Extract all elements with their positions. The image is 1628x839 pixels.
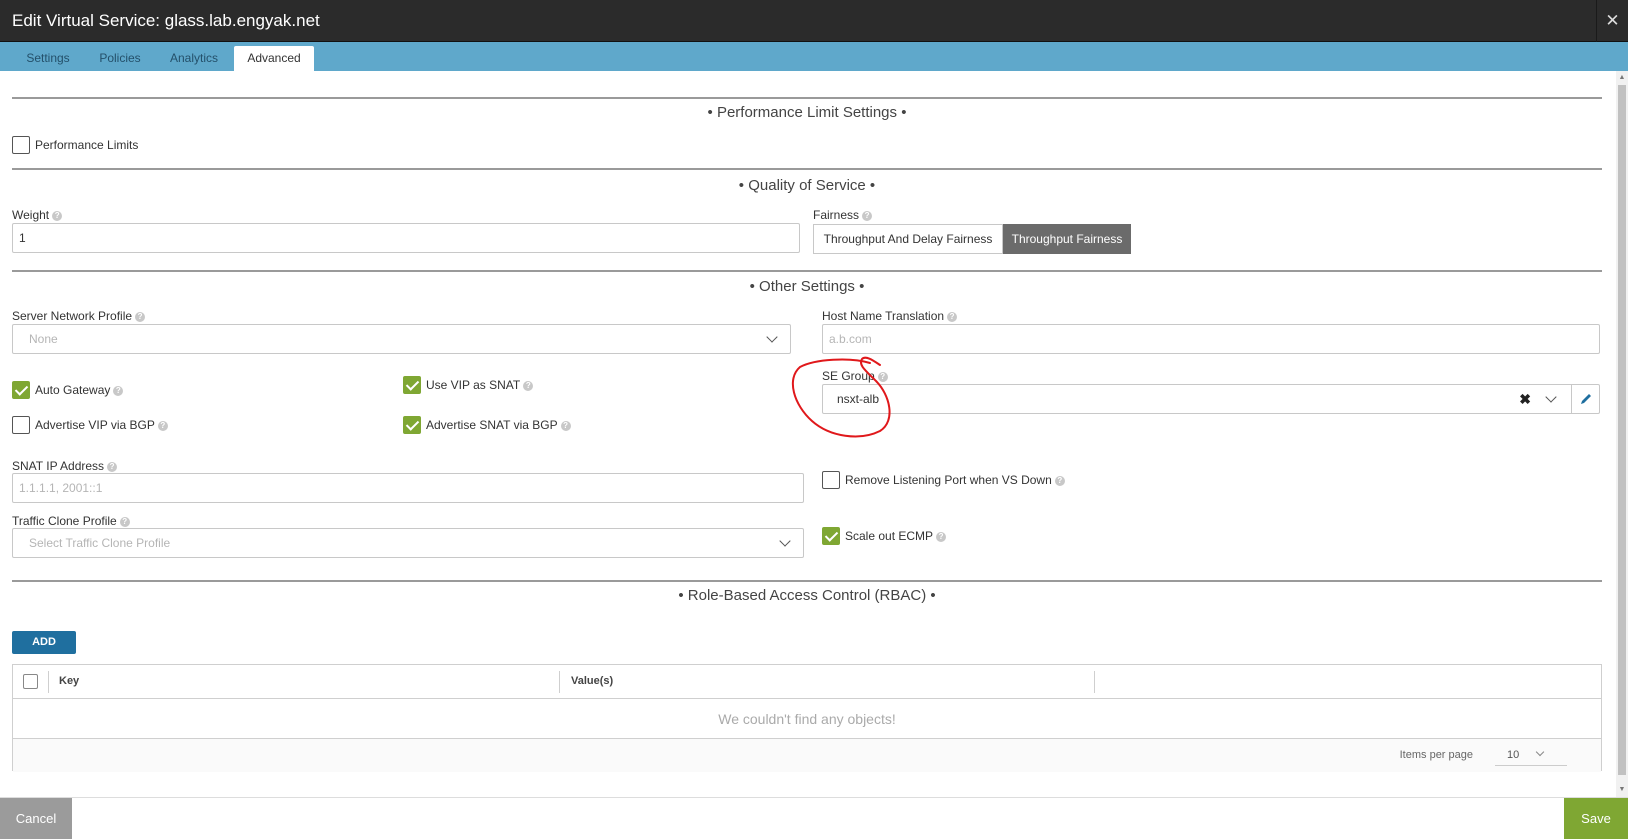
- tab-bar: Settings Policies Analytics Advanced: [0, 42, 1628, 71]
- remove-listening-port-checkbox[interactable]: [822, 471, 840, 489]
- help-icon[interactable]: ?: [107, 462, 118, 472]
- items-per-page-value: 10: [1507, 749, 1520, 761]
- fairness-option-throughput[interactable]: Throughput Fairness: [1003, 224, 1131, 254]
- use-vip-as-snat-checkbox[interactable]: [403, 376, 421, 394]
- advertise-snat-bgp-checkbox[interactable]: [403, 416, 421, 434]
- chevron-down-icon: [779, 535, 791, 547]
- snat-ip-label: SNAT IP Address?: [12, 459, 118, 473]
- edit-pencil-icon: [1581, 394, 1591, 404]
- host-name-translation-label: Host Name Translation?: [822, 309, 958, 323]
- clear-icon[interactable]: ✖: [1519, 385, 1531, 413]
- help-icon[interactable]: ?: [119, 517, 130, 527]
- performance-section-title: • Performance Limit Settings •: [707, 104, 907, 121]
- rbac-section-title: • Role-Based Access Control (RBAC) •: [678, 587, 936, 604]
- scroll-down-icon[interactable]: ▼: [1618, 786, 1626, 794]
- scale-out-ecmp-label: Scale out ECMP?: [845, 529, 947, 543]
- help-icon[interactable]: ?: [157, 421, 168, 431]
- use-vip-as-snat-label: Use VIP as SNAT?: [426, 378, 534, 392]
- section-divider: [12, 97, 1602, 99]
- performance-limits-checkbox[interactable]: [12, 136, 30, 154]
- scroll-up-icon[interactable]: ▲: [1618, 74, 1626, 82]
- help-icon[interactable]: ?: [113, 386, 124, 396]
- chevron-down-icon: [766, 331, 778, 343]
- weight-input[interactable]: 1: [12, 223, 800, 253]
- se-group-select[interactable]: nsxt-alb ✖: [822, 384, 1600, 414]
- help-icon[interactable]: ?: [862, 211, 873, 221]
- scale-out-ecmp-checkbox[interactable]: [822, 527, 840, 545]
- scroll-thumb[interactable]: [1618, 85, 1626, 775]
- help-icon[interactable]: ?: [936, 532, 947, 542]
- tab-policies[interactable]: Policies: [86, 46, 154, 71]
- advertise-vip-bgp-label: Advertise VIP via BGP?: [35, 418, 168, 432]
- help-icon[interactable]: ?: [52, 211, 63, 221]
- host-name-translation-input[interactable]: a.b.com: [822, 324, 1600, 354]
- section-divider: [12, 168, 1602, 170]
- save-button[interactable]: Save: [1564, 798, 1628, 839]
- tab-settings[interactable]: Settings: [12, 46, 84, 71]
- performance-limits-label: Performance Limits: [35, 138, 139, 152]
- cancel-button[interactable]: Cancel: [0, 798, 72, 839]
- se-group-value: nsxt-alb: [837, 392, 880, 406]
- advertise-snat-bgp-label: Advertise SNAT via BGP?: [426, 418, 571, 432]
- help-icon[interactable]: ?: [877, 372, 888, 382]
- table-header: Key Value(s): [13, 665, 1601, 699]
- items-per-page-label: Items per page: [1399, 749, 1473, 761]
- other-section-title: • Other Settings •: [749, 278, 865, 295]
- column-separator: [48, 671, 49, 693]
- section-divider: [12, 270, 1602, 272]
- weight-label: Weight?: [12, 208, 63, 222]
- traffic-clone-value: Select Traffic Clone Profile: [29, 536, 171, 550]
- items-per-page-select[interactable]: 10: [1495, 744, 1567, 766]
- traffic-clone-select[interactable]: Select Traffic Clone Profile: [12, 528, 804, 558]
- help-icon[interactable]: ?: [560, 421, 571, 431]
- edit-button[interactable]: [1571, 384, 1599, 414]
- column-separator: [559, 671, 560, 693]
- add-button[interactable]: ADD: [12, 631, 76, 654]
- help-icon[interactable]: ?: [135, 312, 146, 322]
- help-icon[interactable]: ?: [947, 312, 958, 322]
- title-bar: Edit Virtual Service: glass.lab.engyak.n…: [0, 0, 1628, 42]
- window-title: Edit Virtual Service: glass.lab.engyak.n…: [12, 11, 320, 30]
- scrollbar[interactable]: ▲ ▼: [1616, 71, 1628, 797]
- remove-listening-port-label: Remove Listening Port when VS Down?: [845, 473, 1065, 487]
- fairness-label: Fairness?: [813, 208, 873, 222]
- server-network-profile-label: Server Network Profile?: [12, 309, 146, 323]
- table-footer: Items per page 10: [13, 739, 1601, 772]
- column-separator: [1094, 671, 1095, 693]
- advertise-vip-bgp-checkbox[interactable]: [12, 416, 30, 434]
- chevron-down-icon[interactable]: [1545, 391, 1557, 403]
- fairness-option-throughput-delay[interactable]: Throughput And Delay Fairness: [813, 224, 1003, 254]
- section-divider: [12, 580, 1602, 582]
- select-all-checkbox[interactable]: [23, 674, 38, 689]
- help-icon[interactable]: ?: [1054, 476, 1065, 486]
- traffic-clone-label: Traffic Clone Profile?: [12, 514, 130, 528]
- server-network-profile-value: None: [29, 332, 58, 346]
- tab-analytics[interactable]: Analytics: [156, 46, 232, 71]
- se-group-label: SE Group?: [822, 369, 888, 383]
- qos-section-title: • Quality of Service •: [738, 177, 876, 194]
- rbac-table: Key Value(s) We couldn't find any object…: [12, 664, 1602, 772]
- column-header-values[interactable]: Value(s): [571, 675, 613, 687]
- tab-advanced[interactable]: Advanced: [234, 46, 314, 71]
- auto-gateway-label: Auto Gateway?: [35, 383, 124, 397]
- auto-gateway-checkbox[interactable]: [12, 381, 30, 399]
- close-icon[interactable]: ✕: [1596, 0, 1628, 42]
- chevron-down-icon: [1535, 747, 1545, 757]
- server-network-profile-select[interactable]: None: [12, 324, 791, 354]
- snat-ip-input[interactable]: 1.1.1.1, 2001::1: [12, 473, 804, 503]
- help-icon[interactable]: ?: [523, 381, 534, 391]
- column-header-key[interactable]: Key: [59, 675, 79, 687]
- empty-message: We couldn't find any objects!: [13, 699, 1601, 739]
- footer-bar: Cancel Save: [0, 797, 1628, 839]
